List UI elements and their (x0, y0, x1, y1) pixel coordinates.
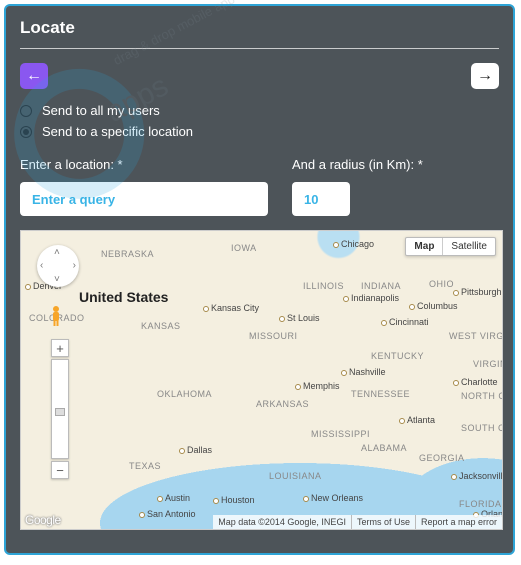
map-city-label: New Orleans (303, 493, 363, 503)
map-city-label: Houston (213, 495, 255, 505)
map-pan-control[interactable]: ˄ ˅ ‹ › (37, 245, 79, 287)
forward-button[interactable]: → (471, 63, 499, 89)
map-city-label: Charlotte (453, 377, 498, 387)
terms-link[interactable]: Terms of Use (351, 515, 415, 529)
map-state-label: ARKANSAS (256, 399, 309, 409)
map-state-label: WEST VIRGINIA (449, 331, 503, 341)
map-state-label: SOUTH CAROLINA (461, 423, 503, 433)
location-label: Enter a location: * (20, 157, 278, 172)
map-city-label: Cincinnati (381, 317, 429, 327)
map-type-satellite[interactable]: Satellite (443, 238, 495, 255)
zoom-in-button[interactable]: + (51, 339, 69, 357)
map-city-label: Dallas (179, 445, 212, 455)
zoom-out-button[interactable]: − (51, 461, 69, 479)
map-city-label: Pittsburgh (453, 287, 502, 297)
map-state-label: LOUISIANA (269, 471, 322, 481)
map-city-label: Memphis (295, 381, 340, 391)
radius-label: And a radius (in Km): * (292, 157, 499, 172)
radius-input[interactable]: 10 (292, 182, 350, 216)
map-state-label: TENNESSEE (351, 389, 410, 399)
nav-row: ← → (20, 63, 499, 89)
back-button[interactable]: ← (20, 63, 48, 89)
map-state-label: VIRGINIA (473, 359, 503, 369)
option-all-users[interactable]: Send to all my users (20, 103, 499, 118)
option-label: Send to a specific location (42, 124, 193, 139)
chevron-down-icon: ˅ (54, 274, 60, 285)
map-city-label: San Antonio (139, 509, 196, 519)
arrow-right-icon: → (477, 67, 493, 85)
map-city-label: Indianapolis (343, 293, 399, 303)
locate-panel: apps drag & drop mobile app builder Loca… (4, 4, 515, 555)
location-input[interactable]: Enter a query (20, 182, 268, 216)
map-state-label: IOWA (231, 243, 257, 253)
page-title: Locate (20, 18, 499, 49)
fields-row: Enter a location: * Enter a query And a … (20, 157, 499, 216)
map-state-label: NEBRASKA (101, 249, 154, 259)
map-city-label: Austin (157, 493, 190, 503)
map-type-control: Map Satellite (405, 237, 496, 256)
map-state-label: KANSAS (141, 321, 181, 331)
map-city-label: Columbus (409, 301, 458, 311)
map-canvas[interactable]: United States NEBRASKAIOWAKANSASCOLORADO… (20, 230, 503, 530)
map-type-map[interactable]: Map (406, 238, 443, 255)
chevron-right-icon: › (73, 260, 76, 271)
option-specific-location[interactable]: Send to a specific location (20, 124, 499, 139)
radio-icon (20, 105, 32, 117)
map-state-label: INDIANA (361, 281, 401, 291)
report-error-link[interactable]: Report a map error (415, 515, 502, 529)
map-city-label: St Louis (279, 313, 320, 323)
map-state-label: OHIO (429, 279, 454, 289)
map-data-text: Map data ©2014 Google, INEGI (213, 515, 351, 529)
map-city-label: Jacksonville (451, 471, 503, 481)
map-country-label: United States (79, 289, 168, 305)
chevron-up-icon: ˄ (54, 247, 60, 258)
map-state-label: FLORIDA (459, 499, 502, 509)
pegman-icon[interactable] (49, 305, 63, 327)
radio-icon (20, 126, 32, 138)
map-state-label: KENTUCKY (371, 351, 424, 361)
map-city-label: Atlanta (399, 415, 435, 425)
map-city-label: Kansas City (203, 303, 259, 313)
map-city-label: Chicago (333, 239, 374, 249)
map-state-label: MISSOURI (249, 331, 298, 341)
map-state-label: ILLINOIS (303, 281, 344, 291)
arrow-left-icon: ← (26, 67, 42, 85)
zoom-slider[interactable] (51, 359, 69, 459)
map-state-label: NORTH CAROLINA (461, 391, 503, 401)
map-state-label: TEXAS (129, 461, 161, 471)
map-attribution: Map data ©2014 Google, INEGI Terms of Us… (213, 515, 502, 529)
map-state-label: ALABAMA (361, 443, 407, 453)
map-background (21, 231, 502, 529)
chevron-left-icon: ‹ (40, 260, 43, 271)
map-state-label: OKLAHOMA (157, 389, 212, 399)
google-logo: Google (25, 513, 61, 527)
option-label: Send to all my users (42, 103, 160, 118)
map-state-label: MISSISSIPPI (311, 429, 370, 439)
map-state-label: GEORGIA (419, 453, 465, 463)
map-city-label: Nashville (341, 367, 386, 377)
